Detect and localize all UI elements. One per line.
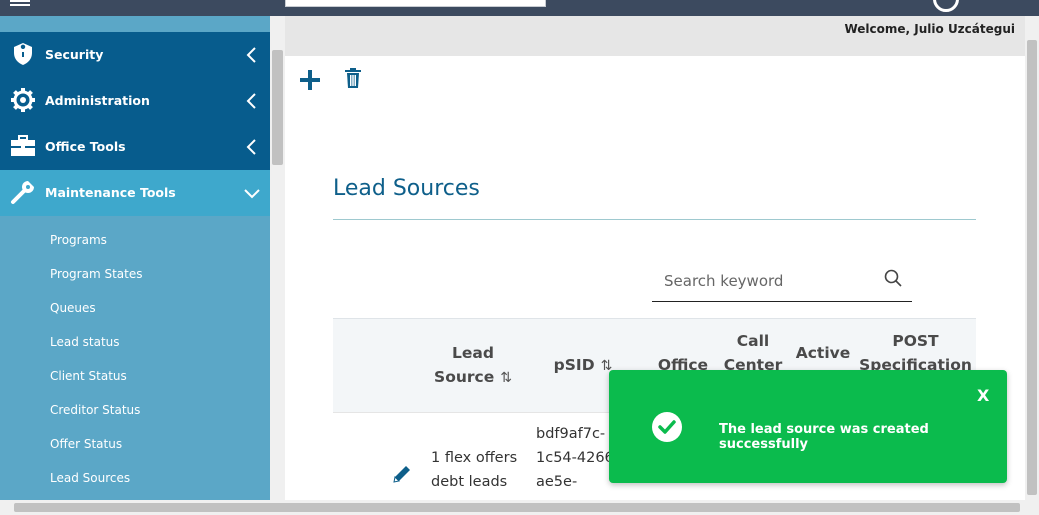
chevron-down-icon bbox=[244, 185, 260, 201]
submenu-item-queues[interactable]: Queues bbox=[50, 298, 96, 318]
column-header-active[interactable]: Active bbox=[788, 341, 858, 365]
submenu-item-lead-sources[interactable]: Lead Sources bbox=[50, 468, 130, 488]
top-search-field[interactable] bbox=[285, 0, 546, 7]
submenu-item-program-states[interactable]: Program States bbox=[50, 264, 142, 284]
toast-close-button[interactable]: X bbox=[977, 386, 989, 405]
submenu-item-lead-status[interactable]: Lead status bbox=[50, 332, 120, 352]
column-header-lead-source[interactable]: Lead Source ⇅ bbox=[423, 341, 523, 390]
chevron-left-icon bbox=[244, 93, 260, 109]
search-box bbox=[652, 261, 912, 302]
submenu-item-offer-status[interactable]: Offer Status bbox=[50, 434, 122, 454]
chevron-left-icon bbox=[244, 47, 260, 63]
sidebar-item-maintenance-tools[interactable]: Maintenance Tools bbox=[0, 170, 270, 216]
search-input[interactable] bbox=[652, 261, 872, 301]
submenu-item-programs[interactable]: Programs bbox=[50, 230, 107, 250]
plus-icon bbox=[300, 70, 320, 90]
toast-message: The lead source was created successfully bbox=[719, 422, 929, 452]
chevron-left-icon bbox=[244, 139, 260, 155]
sidebar-item-label: Office Tools bbox=[45, 139, 126, 154]
edit-icon[interactable] bbox=[391, 463, 413, 485]
sidebar-item-label: Security bbox=[45, 47, 104, 62]
search-icon[interactable] bbox=[884, 269, 902, 287]
delete-button[interactable] bbox=[344, 67, 362, 89]
top-bar bbox=[0, 0, 1039, 16]
add-button[interactable] bbox=[298, 68, 322, 92]
shield-icon bbox=[10, 41, 36, 67]
check-circle-icon bbox=[652, 412, 682, 442]
submenu-item-client-status[interactable]: Client Status bbox=[50, 366, 127, 386]
page: Security Administration Office Tools Mai… bbox=[0, 0, 1039, 515]
success-toast: X The lead source was created successful… bbox=[609, 370, 1007, 483]
title-divider bbox=[333, 219, 976, 220]
cell-psid: bdf9af7c- 1c54-4266- ae5e- bbox=[536, 426, 620, 490]
submenu-item-creditor-status[interactable]: Creditor Status bbox=[50, 400, 140, 420]
sidebar-item-office-tools[interactable]: Office Tools bbox=[0, 124, 270, 170]
sidebar-item-label: Maintenance Tools bbox=[45, 185, 176, 200]
welcome-text: Welcome, Julio Uzcátegui bbox=[844, 22, 1015, 36]
wrench-icon bbox=[10, 179, 36, 205]
sidebar-item-label: Administration bbox=[45, 93, 150, 108]
page-vertical-scrollbar-thumb[interactable] bbox=[1027, 40, 1037, 495]
trash-icon bbox=[345, 68, 361, 88]
page-horizontal-scrollbar-thumb[interactable] bbox=[14, 503, 1020, 512]
user-icon[interactable] bbox=[933, 0, 959, 12]
sidebar-scrollbar-thumb[interactable] bbox=[272, 50, 283, 165]
sidebar: Security Administration Office Tools Mai… bbox=[0, 16, 270, 500]
sidebar-item-security[interactable]: Security bbox=[0, 32, 270, 78]
page-title: Lead Sources bbox=[333, 176, 480, 201]
welcome-bar: Welcome, Julio Uzcátegui bbox=[285, 16, 1025, 56]
sort-icon[interactable]: ⇅ bbox=[500, 370, 512, 386]
menu-icon[interactable] bbox=[10, 0, 30, 6]
cell-lead-source: 1 flex offers debt leads bbox=[431, 450, 518, 490]
gear-icon bbox=[10, 87, 36, 113]
sidebar-item-administration[interactable]: Administration bbox=[0, 78, 270, 124]
toolbox-icon bbox=[10, 133, 36, 159]
